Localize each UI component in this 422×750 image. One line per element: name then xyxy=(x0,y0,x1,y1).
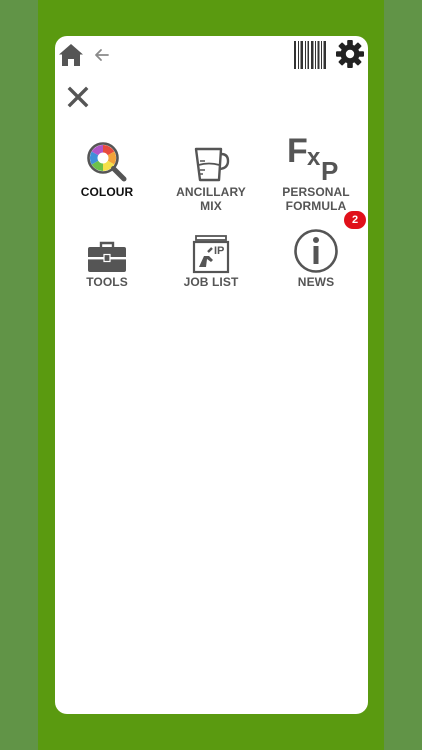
close-icon[interactable] xyxy=(65,84,91,110)
menu-item-label: PERSONAL FORMULA xyxy=(282,185,350,213)
menu-item-label: TOOLS xyxy=(86,275,128,289)
menu-item-job-list[interactable]: IP JOB LIST xyxy=(159,226,263,310)
fxp-formula-icon: F x P xyxy=(287,132,341,186)
news-notification-badge: 2 xyxy=(344,211,366,229)
fxp-letter-x: x xyxy=(307,144,321,171)
gear-icon[interactable] xyxy=(335,39,365,69)
menu-item-label: NEWS xyxy=(297,275,335,289)
menu-item-news[interactable]: NEWS xyxy=(264,226,368,310)
menu-item-tools[interactable]: TOOLS xyxy=(55,226,159,310)
menu-item-personal-formula[interactable]: F x P PERSONAL FORMULA xyxy=(264,132,368,220)
colour-search-icon xyxy=(82,136,132,184)
measuring-jug-icon xyxy=(186,136,236,184)
fxp-letter-f: F xyxy=(287,132,308,170)
info-icon xyxy=(291,226,341,274)
menu-item-label: COLOUR xyxy=(80,185,134,199)
fxp-letter-p: P xyxy=(321,156,339,186)
back-arrow-icon[interactable] xyxy=(92,45,112,65)
menu-item-colour[interactable]: COLOUR xyxy=(55,136,159,220)
menu-card: COLOUR ANCILLARY MIX F x P PERSONAL FORM… xyxy=(55,36,368,714)
job-list-glyph-text: IP xyxy=(214,245,224,257)
menu-item-label: JOB LIST xyxy=(183,275,239,289)
toolbox-icon xyxy=(82,226,132,274)
barcode-icon[interactable] xyxy=(293,40,327,70)
menu-item-label: ANCILLARY MIX xyxy=(176,185,246,213)
job-list-icon: IP xyxy=(186,226,236,274)
menu-item-ancillary-mix[interactable]: ANCILLARY MIX xyxy=(159,136,263,220)
home-icon[interactable] xyxy=(57,41,85,69)
